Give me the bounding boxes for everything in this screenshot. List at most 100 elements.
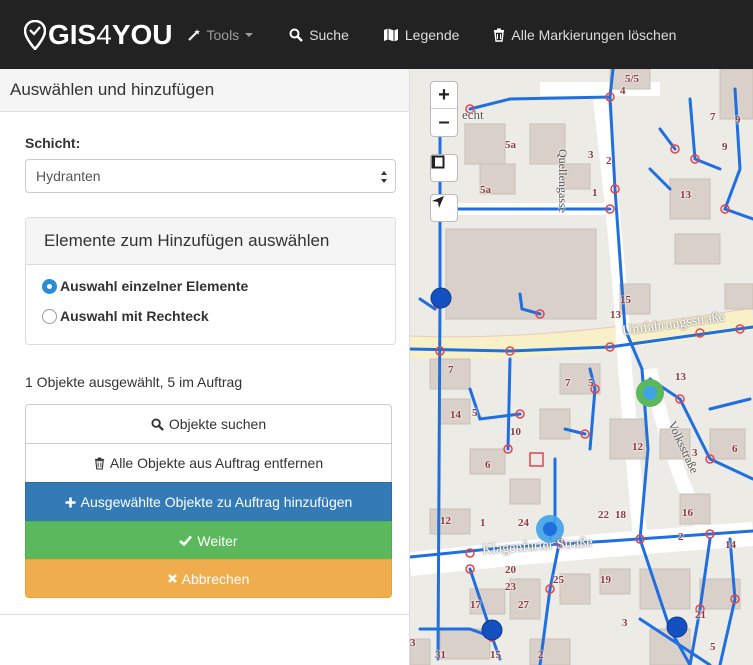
legend-menu[interactable]: Legende bbox=[383, 0, 460, 69]
location-arrow-icon bbox=[432, 196, 444, 208]
locate-button[interactable] bbox=[430, 194, 458, 222]
buildings bbox=[410, 69, 753, 665]
house-number: 5 bbox=[710, 641, 716, 653]
choose-elements-title: Elemente zum Hinzufügen auswählen bbox=[26, 218, 395, 265]
top-navbar: GIS4YOU Tools Suche Legende Alle Markier… bbox=[0, 0, 753, 69]
house-number: 18 bbox=[615, 509, 626, 521]
trash-icon bbox=[94, 457, 105, 470]
house-number: 5/5 bbox=[625, 73, 640, 85]
hydrant-plain[interactable] bbox=[430, 287, 452, 309]
house-number: 7 bbox=[448, 364, 454, 376]
house-number: 20 bbox=[505, 564, 516, 576]
search-objects-label: Objekte suchen bbox=[168, 416, 267, 432]
clear-markers-label: Alle Markierungen löschen bbox=[511, 26, 677, 43]
house-number: 14 bbox=[450, 409, 461, 421]
brand-gis: GIS bbox=[48, 18, 97, 50]
house-number: 13 bbox=[680, 189, 691, 201]
add-selected-objects-label: Ausgewählte Objekte zu Auftrag hinzufüge… bbox=[80, 494, 353, 510]
house-number: 31 bbox=[435, 649, 446, 661]
search-menu[interactable]: Suche bbox=[289, 0, 349, 69]
radio-button-checked[interactable] bbox=[42, 278, 57, 294]
house-number: 10 bbox=[510, 426, 521, 438]
radio-single-selection[interactable]: Auswahl einzelner Elemente bbox=[42, 278, 248, 294]
house-number: 5 bbox=[472, 407, 478, 419]
house-number: 13 bbox=[675, 371, 686, 383]
trash-icon bbox=[493, 28, 505, 42]
house-number: 2 bbox=[606, 155, 612, 167]
panel-title: Auswählen und hinzufügen bbox=[0, 69, 409, 112]
house-number: 3 bbox=[588, 149, 594, 161]
house-number: 24 bbox=[518, 517, 529, 529]
sidebar-panel: Auswählen und hinzufügen Schicht: Hydran… bbox=[0, 69, 410, 665]
next-button[interactable]: Weiter bbox=[25, 521, 392, 560]
map-view[interactable]: 5/5 4 7 9 9 5a 3 2 1 5a 13 13 15 13 7 7 5 14 5 10 12 3 6 6 22 18 1… bbox=[410, 69, 753, 665]
map-icon bbox=[383, 28, 399, 42]
brand-you: YOU bbox=[111, 18, 173, 50]
map-pin-logo-icon bbox=[24, 19, 46, 50]
select-arrows-icon bbox=[381, 171, 387, 183]
search-label: Suche bbox=[309, 26, 349, 43]
zoom-out-button[interactable]: – bbox=[431, 109, 457, 136]
house-number: 5 bbox=[588, 377, 594, 389]
next-label: Weiter bbox=[197, 532, 238, 549]
hydrant-plain[interactable] bbox=[666, 616, 688, 638]
house-number: 9 bbox=[735, 114, 741, 126]
add-selected-objects-button[interactable]: Ausgewählte Objekte zu Auftrag hinzufüge… bbox=[25, 482, 392, 522]
plus-icon bbox=[65, 497, 76, 508]
house-number: 1 bbox=[592, 187, 598, 199]
zoom-in-button[interactable]: + bbox=[431, 82, 457, 109]
close-icon bbox=[167, 574, 177, 583]
house-number: 21 bbox=[695, 609, 706, 621]
house-number: 5a bbox=[480, 184, 491, 196]
rectangle-select-button[interactable] bbox=[430, 154, 458, 182]
cancel-label: Abbrechen bbox=[181, 570, 250, 587]
square-icon bbox=[431, 155, 445, 169]
hydrant-plain[interactable] bbox=[481, 619, 503, 641]
house-number: 15 bbox=[620, 294, 631, 306]
tools-label: Tools bbox=[206, 26, 240, 43]
house-number: 5a bbox=[505, 139, 516, 151]
house-number: 2 bbox=[678, 531, 684, 543]
hydrant-selected[interactable] bbox=[636, 379, 664, 407]
radio-button-unchecked[interactable] bbox=[42, 308, 57, 324]
remove-all-objects-button[interactable]: Alle Objekte aus Auftrag entfernen bbox=[25, 443, 392, 483]
house-number: 3 bbox=[410, 637, 416, 649]
brand-four: 4 bbox=[96, 18, 112, 50]
search-objects-button[interactable]: Objekte suchen bbox=[25, 404, 392, 444]
search-icon bbox=[289, 28, 304, 42]
search-icon bbox=[151, 417, 164, 431]
layer-select[interactable]: Hydranten bbox=[25, 159, 396, 193]
radio-rectangle-selection[interactable]: Auswahl mit Rechteck bbox=[42, 308, 209, 324]
house-number: 16 bbox=[682, 507, 693, 519]
house-number: 14 bbox=[725, 539, 736, 551]
cancel-button[interactable]: Abbrechen bbox=[25, 559, 392, 598]
house-number: 23 bbox=[505, 581, 516, 593]
selection-status: 1 Objekte ausgewählt, 5 im Auftrag bbox=[25, 374, 243, 390]
magic-wand-icon bbox=[187, 28, 201, 42]
house-number: 17 bbox=[470, 599, 481, 611]
choose-elements-panel: Elemente zum Hinzufügen auswählen Auswah… bbox=[25, 217, 396, 345]
radio-rect-label: Auswahl mit Rechteck bbox=[60, 308, 209, 324]
house-number: 12 bbox=[632, 441, 643, 453]
chevron-down-icon bbox=[245, 32, 254, 37]
house-number: 6 bbox=[485, 459, 491, 471]
house-number: 27 bbox=[518, 599, 529, 611]
house-number: 6 bbox=[732, 443, 738, 455]
street-label-top: echt bbox=[462, 107, 484, 122]
clear-markers-menu[interactable]: Alle Markierungen löschen bbox=[493, 0, 676, 69]
house-number: 1 bbox=[480, 517, 486, 529]
house-number: 13 bbox=[610, 309, 621, 321]
house-number: 12 bbox=[440, 515, 451, 527]
house-number: 7 bbox=[710, 111, 716, 123]
house-number: 3 bbox=[622, 617, 628, 629]
house-number: 7 bbox=[565, 377, 571, 389]
map-canvas[interactable] bbox=[410, 69, 753, 665]
house-number: 15 bbox=[490, 649, 501, 661]
tools-menu[interactable]: Tools bbox=[187, 0, 254, 69]
selection-marker bbox=[529, 452, 544, 467]
legend-label: Legende bbox=[404, 26, 460, 43]
house-number: 2 bbox=[538, 649, 544, 661]
house-number: 9 bbox=[722, 141, 728, 153]
brand-logo[interactable]: GIS4YOU bbox=[24, 0, 173, 69]
checkmark-icon bbox=[179, 535, 193, 546]
